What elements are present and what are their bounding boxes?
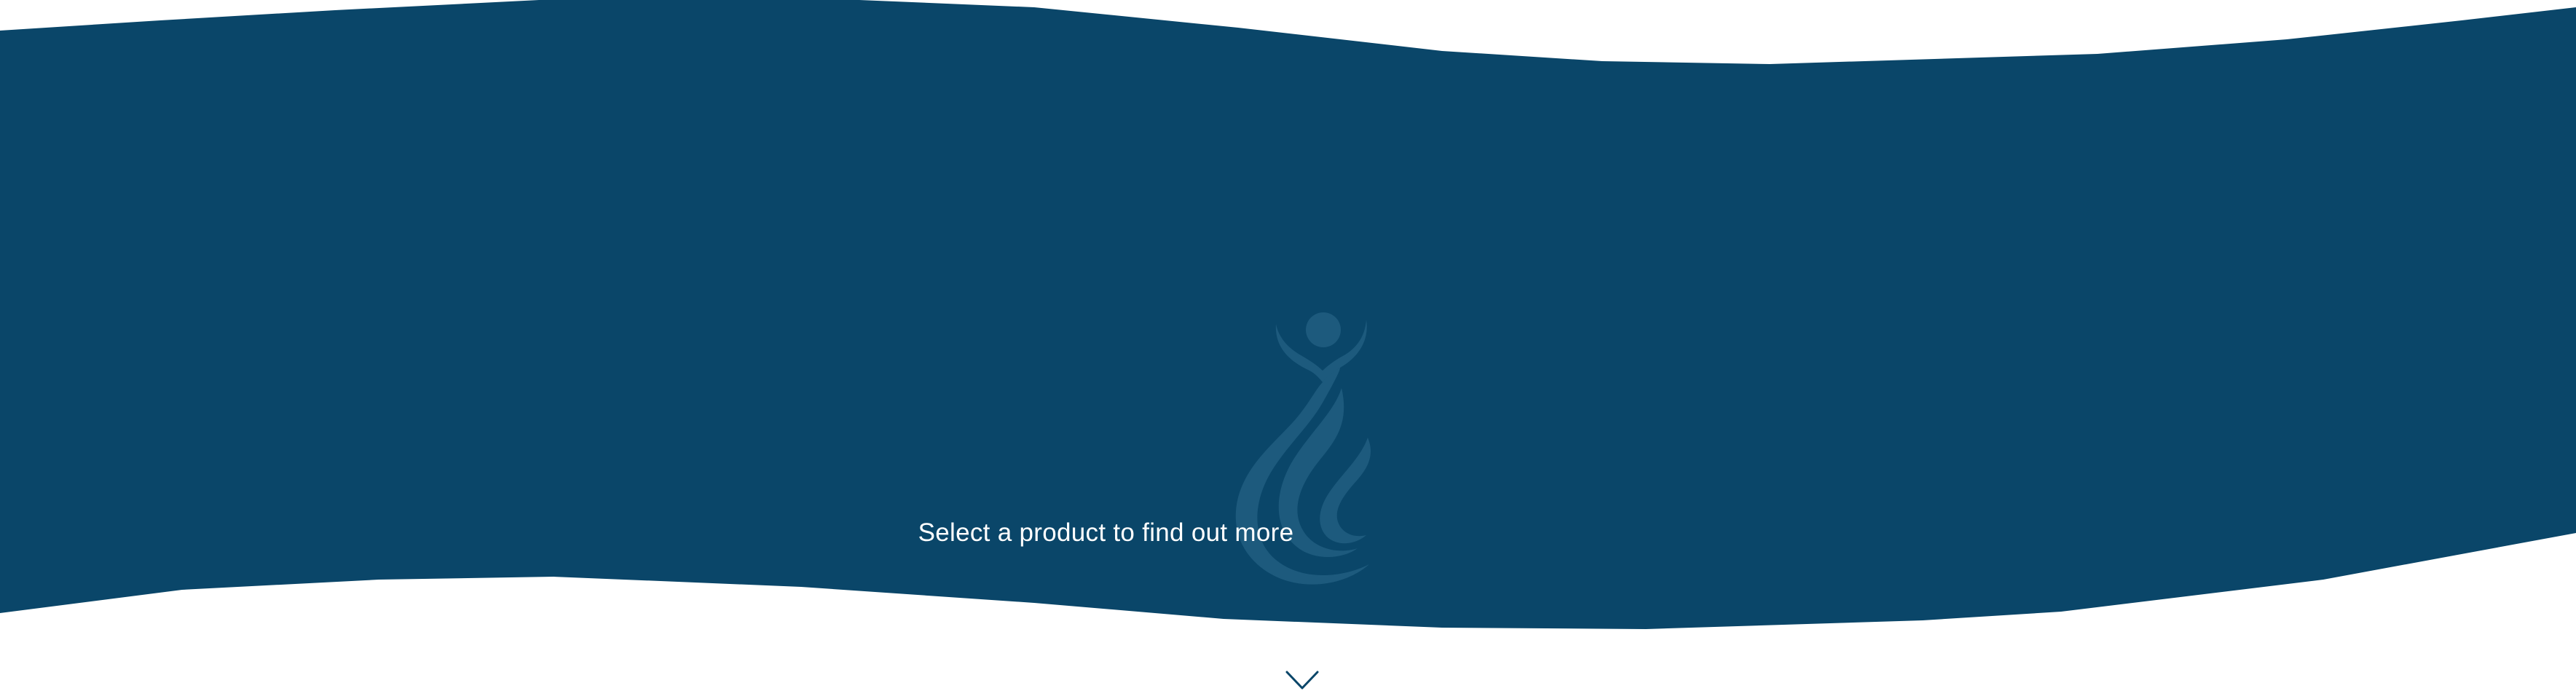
chevron-down-icon[interactable]	[1284, 666, 1320, 692]
hero-section: Select a product to find out more	[0, 0, 2576, 699]
hero-tagline: Select a product to find out more	[0, 516, 2576, 550]
hero-tagline-text: Select a product to find out more	[918, 518, 1294, 547]
